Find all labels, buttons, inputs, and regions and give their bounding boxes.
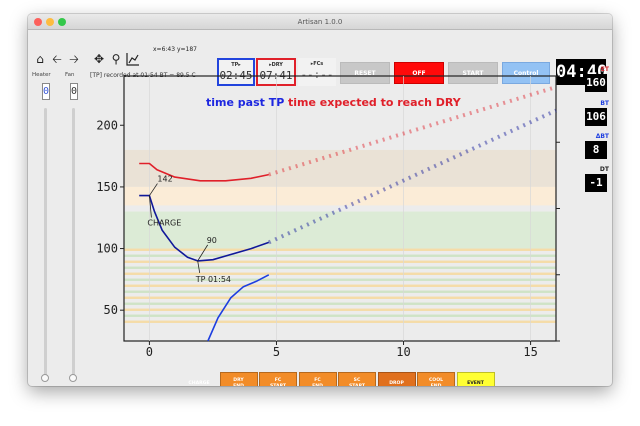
cursor-coordinates: x=6:43 y=187 xyxy=(153,46,197,53)
phase-band-stripe xyxy=(124,260,556,263)
heater-slider-handle[interactable] xyxy=(41,374,49,382)
forward-arrow-icon[interactable]: 🡢 xyxy=(67,52,81,66)
y-left-tick-label: 200 xyxy=(96,118,118,132)
heater-slider[interactable] xyxy=(41,108,49,382)
phase-band-stripe xyxy=(124,314,556,317)
event-button-drop[interactable]: DROP xyxy=(377,372,416,386)
event-button-sc-start[interactable]: SC START xyxy=(338,372,376,386)
close-window-button[interactable] xyxy=(34,18,42,26)
event-button-event[interactable]: EVENT xyxy=(456,372,495,386)
x-tick-label: 0 xyxy=(146,345,153,359)
tp-timer-caption: TP▸ xyxy=(231,62,241,68)
phase-band xyxy=(124,186,556,206)
artisan-window: Artisan 1.0.0 ⌂ 🡠 🡢 ✥ ⚲ x=6:43 y=187 TP▸… xyxy=(28,14,612,386)
zoom-window-button[interactable] xyxy=(58,18,66,26)
phase-band-stripe xyxy=(124,254,556,257)
readout-label-3: ΔBT xyxy=(595,133,609,140)
tp-annotation: TP 01:54 xyxy=(195,275,231,284)
configure-axes-icon[interactable] xyxy=(126,52,140,66)
fan-slider[interactable] xyxy=(69,108,77,382)
roast-chart[interactable]: 05101550100150200010203040 time past TPt… xyxy=(91,74,561,374)
x-tick-label: 10 xyxy=(396,345,410,359)
pan-icon[interactable]: ✥ xyxy=(92,52,106,66)
readout-value-4: -1 xyxy=(585,174,607,192)
phase-band-stripe xyxy=(124,308,556,311)
phase-band-stripe xyxy=(124,284,556,287)
readout-label-2: BT xyxy=(600,100,609,107)
fan-label: Fan xyxy=(65,72,75,78)
phase-band-stripe xyxy=(124,320,556,323)
readout-value-1: 160 xyxy=(585,74,607,92)
heater-value: 0 xyxy=(42,83,50,100)
fcs-timer-caption: ▸FCs xyxy=(310,61,324,67)
phase-band-stripe xyxy=(124,302,556,305)
time-to-dry-label: time expected to reach DRY xyxy=(288,96,462,109)
phase-band xyxy=(124,211,556,249)
phase-band xyxy=(124,149,556,187)
event-button-cool-end[interactable]: COOL END xyxy=(417,372,455,386)
dry-timer-caption: ▸DRY xyxy=(269,62,283,68)
phase-band-stripe xyxy=(124,278,556,281)
phase-band-stripe xyxy=(124,248,556,251)
phase-band-stripe xyxy=(124,296,556,299)
charge-annotation: CHARGE xyxy=(147,219,181,228)
title-bar: Artisan 1.0.0 xyxy=(28,14,612,30)
y-left-tick-label: 100 xyxy=(96,242,118,256)
y-left-tick-label: 50 xyxy=(104,303,118,317)
time-past-tp-label: time past TP xyxy=(206,96,284,109)
back-arrow-icon[interactable]: 🡠 xyxy=(50,52,64,66)
fan-slider-handle[interactable] xyxy=(69,374,77,382)
x-tick-label: 5 xyxy=(273,345,280,359)
tp-temp-annotation: 90 xyxy=(207,236,217,245)
toolbar: ⌂ 🡠 🡢 ✥ ⚲ x=6:43 y=187 TP▸ 02:45 ▸DRY 07… xyxy=(28,30,612,86)
readout-value-3: 8 xyxy=(585,141,607,159)
event-button-charge[interactable]: CHARGE xyxy=(180,372,218,386)
readout-value-2: 106 xyxy=(585,108,607,126)
zoom-icon[interactable]: ⚲ xyxy=(109,52,123,66)
heater-label: Heater xyxy=(32,72,51,78)
event-button-dry-end[interactable]: DRY END xyxy=(219,372,258,386)
phase-band-stripe xyxy=(124,272,556,275)
home-icon[interactable]: ⌂ xyxy=(33,52,47,66)
phase-band-stripe xyxy=(124,290,556,293)
y-left-tick-label: 150 xyxy=(96,180,118,194)
event-button-fc-end[interactable]: FC END xyxy=(298,372,337,386)
minimize-window-button[interactable] xyxy=(46,18,54,26)
charge-temp-annotation: 142 xyxy=(157,175,172,184)
event-button-fc-start[interactable]: FC START xyxy=(259,372,297,386)
phase-band-stripe xyxy=(124,266,556,269)
x-tick-label: 15 xyxy=(523,345,537,359)
window-title: Artisan 1.0.0 xyxy=(297,18,343,26)
readout-label-4: DT xyxy=(599,166,609,173)
readout-label-1: ET xyxy=(600,66,609,73)
fan-value: 0 xyxy=(70,83,78,100)
